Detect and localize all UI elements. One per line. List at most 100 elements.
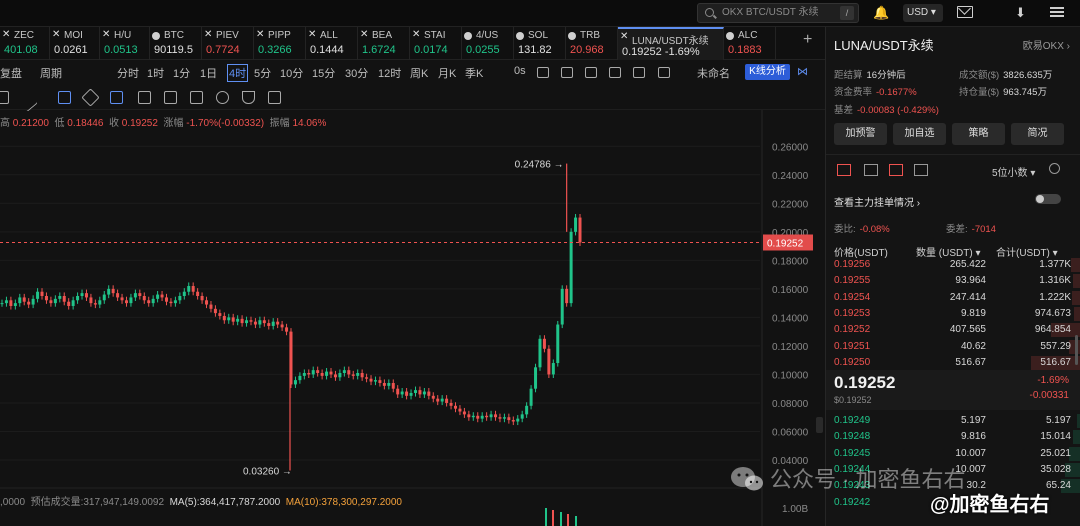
funding-value: -0.1677% xyxy=(876,87,917,98)
chart-scroll-handle[interactable] xyxy=(816,417,823,433)
mail-icon[interactable] xyxy=(957,6,973,18)
candle-body xyxy=(298,375,302,381)
main-orders-toggle[interactable] xyxy=(1035,194,1061,204)
close-icon[interactable]: ✕ xyxy=(2,29,10,40)
interval-5[interactable]: 5分 xyxy=(254,65,271,81)
ask-row[interactable]: 0.19254 247.414 1.222K xyxy=(826,290,1080,306)
measure-tool-icon[interactable] xyxy=(164,91,177,104)
tab-10[interactable]: SOL 131.82 xyxy=(514,27,566,60)
bid-row[interactable]: 0.19248 9.816 15.014 xyxy=(826,429,1080,445)
gear-icon[interactable] xyxy=(1049,163,1060,174)
note-tool-icon[interactable] xyxy=(190,91,203,104)
ask-row[interactable]: 0.19252 407.565 964.854 xyxy=(826,322,1080,338)
ask-row[interactable]: 0.19250 516.67 516.67 xyxy=(826,355,1080,371)
close-icon[interactable]: ✕ xyxy=(52,29,60,40)
candle-body xyxy=(347,370,351,375)
interval-1[interactable]: 1时 xyxy=(147,65,164,81)
download-icon[interactable]: ⬇ xyxy=(1015,5,1026,21)
main-orders-toggle-label[interactable]: 查看主力挂单情况 › xyxy=(834,194,920,209)
tab-3[interactable]: BTC 90119.5 xyxy=(150,27,202,60)
close-icon[interactable]: ✕ xyxy=(360,29,368,40)
panel-button-2[interactable]: 策略 xyxy=(952,123,1005,145)
funding-stat: 资金费率 -0.1677% xyxy=(834,84,917,98)
filter-tool-icon[interactable] xyxy=(242,91,255,104)
search-input[interactable]: OKX BTC/USDT 永续 / xyxy=(697,3,859,23)
orderbook-list-icon[interactable] xyxy=(914,164,928,176)
exchange-link[interactable]: 欧易OKX › xyxy=(1023,37,1070,52)
magnet-tool-icon[interactable] xyxy=(216,91,229,104)
interval-8[interactable]: 30分 xyxy=(345,65,368,81)
line-tool-icon[interactable] xyxy=(19,93,38,112)
panel-button-1[interactable]: 加自选 xyxy=(893,123,946,145)
ask-row[interactable]: 0.19251 40.62 557.29 xyxy=(826,339,1080,355)
currency-select[interactable]: USD ▾ xyxy=(903,4,943,22)
tab-5[interactable]: ✕ PIPP 0.3266 xyxy=(254,27,306,60)
tab-2[interactable]: ✕ H/U 0.0513 xyxy=(100,27,150,60)
y-tick-label: 0.14000 xyxy=(772,313,809,324)
settings-icon[interactable] xyxy=(633,67,645,78)
camera-icon[interactable] xyxy=(537,67,549,78)
tab-8[interactable]: ✕ STAI 0.0174 xyxy=(410,27,462,60)
interval-6[interactable]: 10分 xyxy=(280,65,303,81)
decimals-select[interactable]: 5位小数 ▾ xyxy=(992,164,1035,179)
refresh-interval[interactable]: 0s xyxy=(514,65,526,77)
interval-9[interactable]: 12时 xyxy=(378,65,401,81)
total-cell: 25.021 xyxy=(1040,447,1071,459)
panel-scrollbar[interactable] xyxy=(1075,335,1078,365)
interval-7[interactable]: 15分 xyxy=(312,65,335,81)
interval-12[interactable]: 季K xyxy=(465,65,483,81)
ask-row[interactable]: 0.19255 93.964 1.316K xyxy=(826,273,1080,289)
price-chart[interactable]: 0.260000.240000.220000.200000.180000.160… xyxy=(0,110,825,526)
fullscreen-icon[interactable] xyxy=(585,67,597,78)
close-icon[interactable]: ✕ xyxy=(256,29,264,40)
pencil-tool-icon[interactable] xyxy=(81,88,100,107)
layout-name-menu[interactable]: 未命名 xyxy=(697,65,730,81)
share-icon[interactable]: ⋈ xyxy=(797,65,808,78)
close-icon[interactable]: ✕ xyxy=(102,29,110,40)
pattern-tool-icon[interactable] xyxy=(138,91,151,104)
tab-12[interactable]: ✕ LUNA/USDT永续 0.19252 -1.69% xyxy=(618,27,724,60)
interval-4[interactable]: 4时 xyxy=(227,64,249,82)
ask-row[interactable]: 0.19253 9.819 974.673 xyxy=(826,306,1080,322)
orderbook-bids-icon[interactable] xyxy=(864,164,878,176)
tab-9[interactable]: 4/US 0.0255 xyxy=(462,27,514,60)
interval-0[interactable]: 分时 xyxy=(117,65,139,81)
candle-body xyxy=(213,308,217,314)
interval-11[interactable]: 月K xyxy=(438,65,456,81)
indicator-icon[interactable] xyxy=(658,67,670,78)
orderbook-asks-icon[interactable] xyxy=(889,164,903,176)
tab-11[interactable]: TRB 20.968 xyxy=(566,27,618,60)
kline-analysis-button[interactable]: K线分析 xyxy=(745,64,790,80)
close-icon[interactable]: ✕ xyxy=(308,29,316,40)
bid-row[interactable]: 0.19249 5.197 5.197 xyxy=(826,413,1080,429)
add-tab-icon[interactable]: + xyxy=(803,31,812,49)
trend-tool-icon[interactable] xyxy=(110,91,123,104)
tab-1[interactable]: ✕ MOI 0.0261 xyxy=(50,27,100,60)
period-menu[interactable]: 周期 xyxy=(40,65,62,81)
close-icon[interactable]: ✕ xyxy=(204,29,212,40)
crosshair-tool-icon[interactable] xyxy=(0,91,9,104)
tab-0[interactable]: ✕ ZEC 401.08 xyxy=(0,27,50,60)
trash-icon[interactable] xyxy=(268,91,281,104)
interval-3[interactable]: 1日 xyxy=(200,65,217,81)
tab-7[interactable]: ✕ BEA 1.6724 xyxy=(358,27,410,60)
replay-button[interactable]: 复盘 xyxy=(0,65,22,81)
orderbook-both-icon[interactable] xyxy=(837,164,851,176)
tab-4[interactable]: ✕ PIEV 0.7724 xyxy=(202,27,254,60)
candle-body xyxy=(205,300,209,305)
layout-icon[interactable] xyxy=(609,67,621,78)
bid-row[interactable]: 0.19245 10.007 25.021 xyxy=(826,446,1080,462)
interval-2[interactable]: 1分 xyxy=(173,65,190,81)
panel-button-3[interactable]: 简况 xyxy=(1011,123,1064,145)
ask-row[interactable]: 0.19256 265.422 1.377K xyxy=(826,257,1080,273)
close-icon[interactable]: ✕ xyxy=(412,29,420,40)
interval-10[interactable]: 周K xyxy=(410,65,428,81)
close-icon[interactable]: ✕ xyxy=(620,31,628,42)
tab-13[interactable]: ALC 0.1883 xyxy=(724,27,776,60)
cursor-tool-icon[interactable] xyxy=(58,91,71,104)
menu-icon[interactable] xyxy=(1050,7,1064,17)
panel-button-0[interactable]: 加预警 xyxy=(834,123,887,145)
draw-icon[interactable] xyxy=(561,67,573,78)
tab-6[interactable]: ✕ ALL 0.1444 xyxy=(306,27,358,60)
bell-icon[interactable]: 🔔 xyxy=(873,6,889,20)
